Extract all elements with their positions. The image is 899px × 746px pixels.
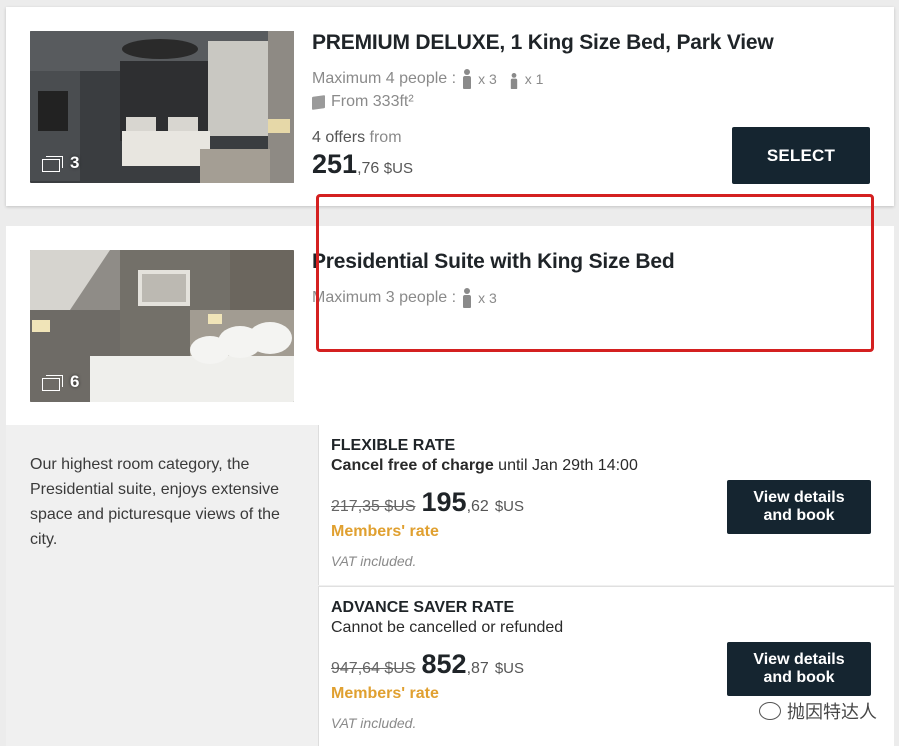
area-icon — [312, 94, 325, 110]
room-price: 251,76 $US — [312, 149, 413, 179]
rate-price: 947,64 $US 852,87 $US — [331, 649, 525, 679]
vat-note: VAT included. — [331, 553, 417, 569]
room-photo[interactable]: 3 — [30, 31, 294, 183]
original-price: 217,35 $US — [331, 498, 416, 515]
rate-price: 217,35 $US 195,62 $US — [331, 487, 525, 517]
room-photo[interactable]: 6 — [30, 250, 294, 402]
view-details-button[interactable]: View details and book — [727, 480, 871, 534]
photo-count: 3 — [42, 153, 79, 173]
child-icon — [510, 73, 518, 89]
members-rate-label: Members' rate — [331, 523, 439, 540]
wechat-icon — [759, 702, 781, 720]
view-details-button[interactable]: View details and book — [727, 642, 871, 696]
room-card-presidential-suite: 6 Presidential Suite with King Size Bed … — [6, 226, 894, 746]
gallery-icon — [42, 375, 64, 391]
rate-name: FLEXIBLE RATE — [331, 437, 456, 454]
rate-name: ADVANCE SAVER RATE — [331, 599, 515, 616]
room-title: PREMIUM DELUXE, 1 King Size Bed, Park Vi… — [312, 31, 774, 54]
room-area: From 333ft² — [312, 93, 414, 111]
original-price: 947,64 $US — [331, 660, 416, 677]
room-card-premium-deluxe: 3 PREMIUM DELUXE, 1 King Size Bed, Park … — [6, 7, 894, 206]
watermark: 抛因特达人 — [759, 698, 877, 724]
adult-icon — [462, 69, 472, 89]
offers-count: 4 offers from — [312, 129, 402, 146]
vat-note: VAT included. — [331, 715, 417, 731]
members-rate-label: Members' rate — [331, 685, 439, 702]
capacity: Maximum 3 people : x 3 — [312, 288, 497, 308]
photo-count: 6 — [42, 372, 79, 392]
gallery-icon — [42, 156, 64, 172]
room-title: Presidential Suite with King Size Bed — [312, 250, 675, 273]
cancellation-policy: Cancel free of charge until Jan 29th 14:… — [331, 457, 638, 474]
room-header: 6 Presidential Suite with King Size Bed … — [6, 226, 894, 425]
rate-option-flexible: FLEXIBLE RATE Cancel free of charge unti… — [318, 425, 894, 585]
cancellation-policy: Cannot be cancelled or refunded — [331, 619, 564, 636]
select-button[interactable]: SELECT — [732, 127, 870, 184]
room-description: Our highest room category, the President… — [30, 456, 280, 548]
capacity: Maximum 4 people : x 3 x 1 — [312, 69, 544, 89]
adult-icon — [462, 288, 472, 308]
